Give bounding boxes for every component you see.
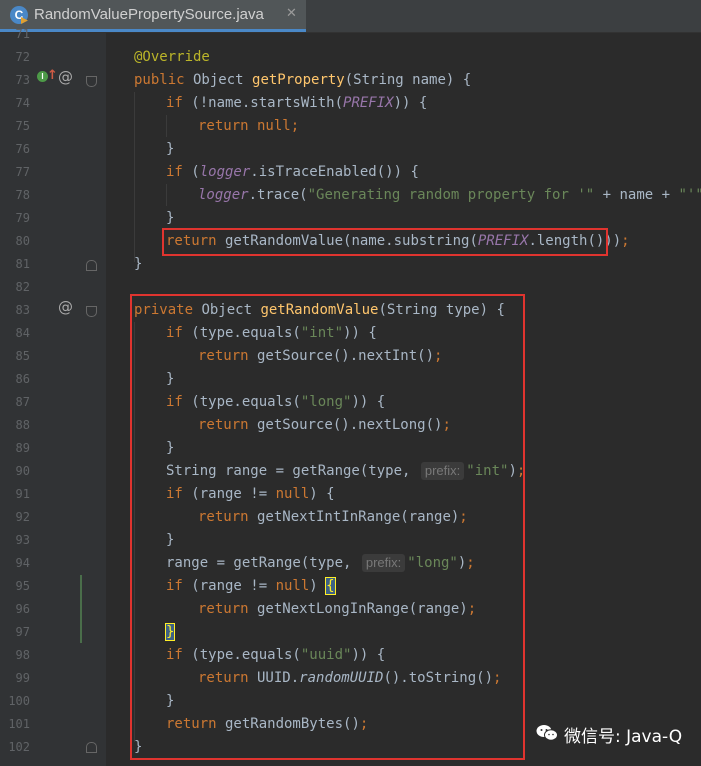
indent-guide xyxy=(134,92,135,262)
line-number: 76 xyxy=(15,142,30,156)
editor-tab-bar: C RandomValuePropertySource.java ✕ xyxy=(0,0,701,33)
watermark-text: 微信号: Java-Q xyxy=(564,727,683,747)
line-number: 82 xyxy=(15,280,30,294)
line-number: 90 xyxy=(15,464,30,478)
highlight-box-return xyxy=(162,228,608,256)
wechat-watermark: 微信号: Java-Q xyxy=(536,720,686,748)
line-number: 81 xyxy=(15,257,30,271)
line-number: 96 xyxy=(15,602,30,616)
line-number: 75 xyxy=(15,119,30,133)
fold-toggle-icon[interactable] xyxy=(86,76,97,87)
code-line-75: return null; xyxy=(198,118,300,134)
code-line-78: logger.trace("Generating random property… xyxy=(198,187,701,203)
fold-toggle-icon[interactable] xyxy=(86,742,97,753)
line-number: 101 xyxy=(8,717,30,731)
line-number: 71 xyxy=(15,27,30,41)
line-number: 92 xyxy=(15,510,30,524)
line-number: 73 xyxy=(15,73,30,87)
file-tab-title: RandomValuePropertySource.java xyxy=(34,6,264,23)
code-line-81: } xyxy=(134,256,143,272)
wechat-icon xyxy=(536,725,558,741)
line-number: 79 xyxy=(15,211,30,225)
line-number: 87 xyxy=(15,395,30,409)
code-line-77: if (logger.isTraceEnabled()) { xyxy=(166,164,419,180)
indent-guide xyxy=(166,184,167,206)
annotation-at-icon[interactable]: @ xyxy=(58,68,73,86)
line-number: 85 xyxy=(15,349,30,363)
code-line-79: } xyxy=(166,210,175,226)
indent-guide xyxy=(166,115,167,137)
active-tab-indicator xyxy=(0,29,306,32)
close-tab-icon[interactable]: ✕ xyxy=(286,6,297,21)
fold-toggle-icon[interactable] xyxy=(86,306,97,317)
line-number: 83 xyxy=(15,303,30,317)
line-number: 72 xyxy=(15,50,30,64)
annotation-at-icon[interactable]: @ xyxy=(58,298,73,316)
line-number: 102 xyxy=(8,740,30,754)
line-number: 100 xyxy=(8,694,30,708)
line-number: 91 xyxy=(15,487,30,501)
java-class-icon: C xyxy=(10,6,28,24)
vcs-change-marker xyxy=(80,575,82,643)
line-number: 80 xyxy=(15,234,30,248)
line-number: 89 xyxy=(15,441,30,455)
line-number: 88 xyxy=(15,418,30,432)
code-line-73: public Object getProperty(String name) { xyxy=(134,72,472,88)
line-number: 77 xyxy=(15,165,30,179)
line-number: 95 xyxy=(15,579,30,593)
code-line-72: @Override xyxy=(134,49,210,65)
code-line-76: } xyxy=(166,141,175,157)
line-number: 98 xyxy=(15,648,30,662)
code-line-74: if (!name.startsWith(PREFIX)) { xyxy=(166,95,428,111)
highlight-box-method xyxy=(130,294,525,760)
line-number: 84 xyxy=(15,326,30,340)
fold-toggle-icon[interactable] xyxy=(86,260,97,271)
file-tab[interactable]: C RandomValuePropertySource.java ✕ xyxy=(0,0,306,32)
line-number: 78 xyxy=(15,188,30,202)
line-number: 86 xyxy=(15,372,30,386)
line-number: 99 xyxy=(15,671,30,685)
line-number: 97 xyxy=(15,625,30,639)
line-number: 93 xyxy=(15,533,30,547)
override-arrow-icon[interactable]: ↑ xyxy=(47,68,58,83)
line-number: 74 xyxy=(15,96,30,110)
line-number: 94 xyxy=(15,556,30,570)
